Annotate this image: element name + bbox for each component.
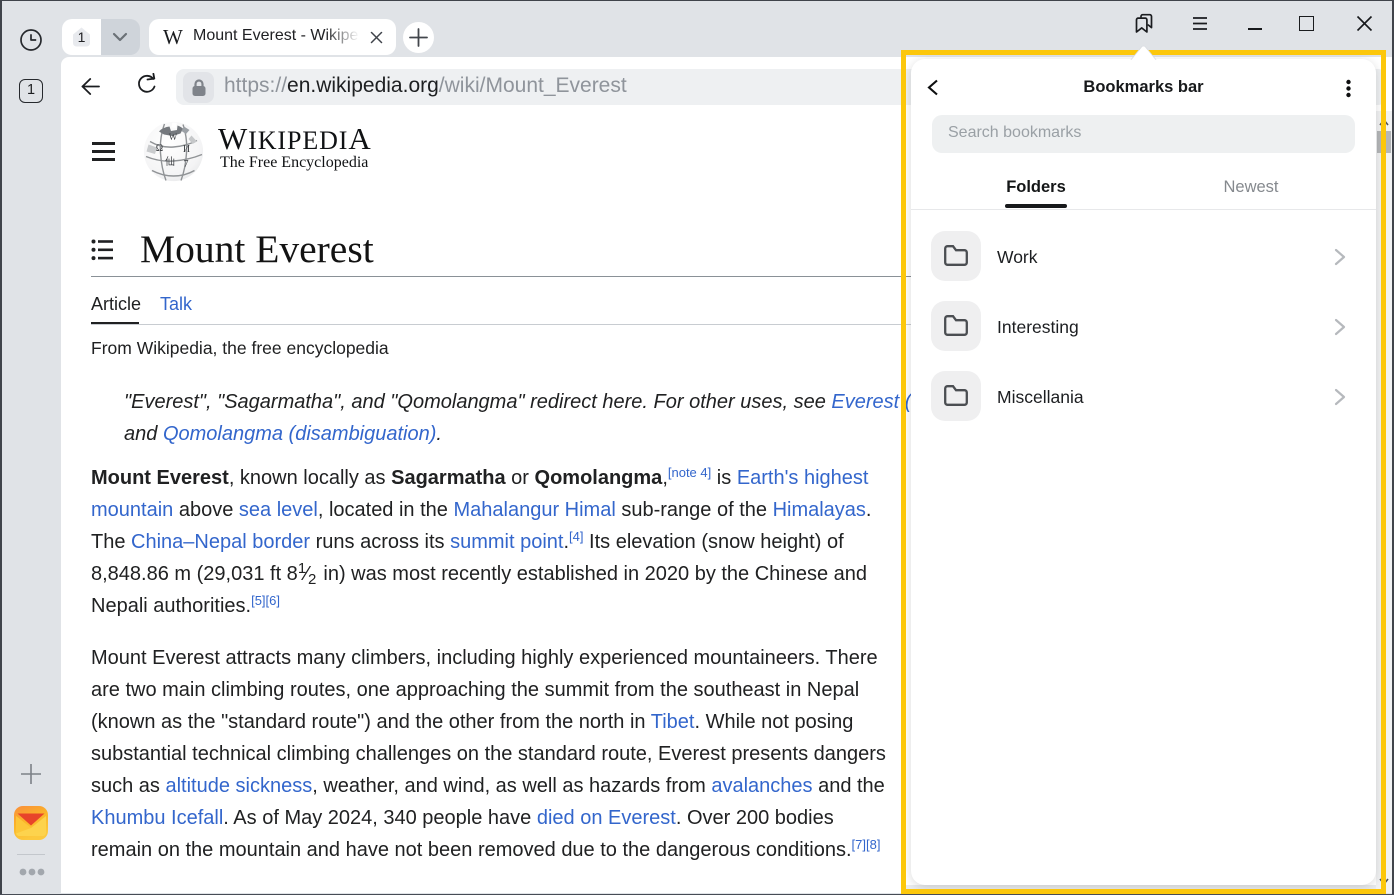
svg-text:И: И	[183, 144, 190, 155]
svg-text:1: 1	[78, 29, 86, 45]
svg-text:7: 7	[184, 159, 189, 170]
svg-text:Ω: Ω	[156, 143, 163, 154]
svg-text:仙: 仙	[165, 155, 175, 168]
svg-text:W: W	[169, 132, 178, 142]
